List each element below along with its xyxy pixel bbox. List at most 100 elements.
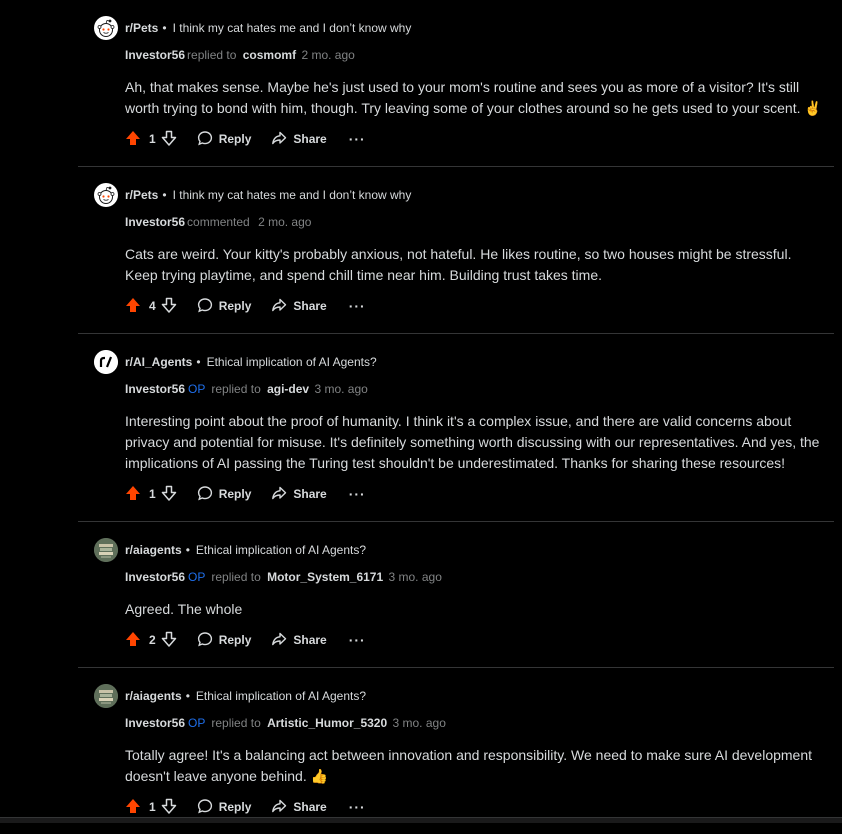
post-title-link[interactable]: Ethical implication of AI Agents? [207, 355, 377, 369]
comment-body: Ah, that makes sense. Maybe he's just us… [125, 79, 822, 116]
bottom-scrollbar-track[interactable] [0, 817, 842, 823]
subreddit-link[interactable]: r/aiagents [125, 689, 182, 703]
vote-count: 1 [149, 487, 156, 501]
reply-button[interactable]: Reply [197, 130, 251, 149]
comment-feed: r/Pets • I think my cat hates me and I d… [78, 0, 834, 834]
more-options-icon[interactable]: ··· [349, 799, 366, 815]
comment-action: commented [187, 215, 250, 229]
reply-target-link[interactable]: cosmomf [243, 48, 296, 62]
comment-actions: 2 Reply Share ··· [125, 629, 834, 667]
separator-dot: • [185, 689, 190, 703]
subreddit-link[interactable]: r/aiagents [125, 543, 182, 557]
share-button[interactable]: Share [271, 297, 327, 316]
comment-body: Agreed. The whole [125, 601, 243, 617]
comment-body: Interesting point about the proof of hum… [125, 413, 820, 471]
username-link[interactable]: Investor56 [125, 716, 185, 730]
comment-action: replied to [211, 570, 261, 584]
share-button[interactable]: Share [271, 130, 327, 149]
username-link[interactable]: Investor56 [125, 570, 185, 584]
reply-label: Reply [218, 487, 252, 501]
share-label: Share [293, 132, 327, 146]
downvote-icon[interactable] [161, 485, 177, 504]
op-badge: OP [188, 382, 206, 396]
comment-actions: 1 Reply Share ··· [125, 796, 834, 834]
subreddit-link[interactable]: r/Pets [125, 21, 158, 35]
comment-card[interactable]: r/aiagents • Ethical implication of AI A… [78, 522, 834, 668]
separator-dot: • [185, 543, 190, 557]
reply-label: Reply [218, 633, 252, 647]
comment-timestamp: 3 mo. ago [392, 716, 446, 730]
more-options-icon[interactable]: ··· [349, 632, 366, 648]
share-button[interactable]: Share [271, 485, 327, 504]
comment-bubble-icon [197, 485, 219, 504]
reply-target-link[interactable]: agi-dev [267, 382, 309, 396]
upvote-icon[interactable] [125, 297, 141, 316]
reply-target-link[interactable]: Artistic_Humor_5320 [267, 716, 387, 730]
share-arrow-icon [271, 297, 293, 316]
downvote-icon[interactable] [161, 798, 177, 817]
comment-header: r/AI_Agents • Ethical implication of AI … [94, 349, 834, 375]
share-button[interactable]: Share [271, 631, 327, 650]
r-slash-logo-icon[interactable] [94, 350, 118, 374]
comment-actions: 1 Reply Share ··· [125, 483, 834, 521]
vote-count: 1 [149, 800, 156, 814]
comment-body: Cats are weird. Your kitty's probably an… [125, 246, 792, 283]
post-title-link[interactable]: I think my cat hates me and I don’t know… [173, 21, 412, 35]
vote-count: 4 [149, 299, 156, 313]
upvote-icon[interactable] [125, 130, 141, 149]
upvote-icon[interactable] [125, 798, 141, 817]
separator-dot: • [162, 21, 167, 35]
comment-bubble-icon [197, 297, 219, 316]
subreddit-link[interactable]: r/AI_Agents [125, 355, 192, 369]
more-options-icon[interactable]: ··· [349, 486, 366, 502]
comment-card[interactable]: r/aiagents • Ethical implication of AI A… [78, 668, 834, 834]
upvote-icon[interactable] [125, 631, 141, 650]
community-image-icon[interactable] [94, 684, 118, 708]
reply-label: Reply [218, 800, 252, 814]
comment-timestamp: 3 mo. ago [314, 382, 368, 396]
share-button[interactable]: Share [271, 798, 327, 817]
comment-card[interactable]: r/AI_Agents • Ethical implication of AI … [78, 334, 834, 522]
post-title-link[interactable]: I think my cat hates me and I don’t know… [173, 188, 412, 202]
share-label: Share [293, 633, 327, 647]
comment-header: r/aiagents • Ethical implication of AI A… [94, 683, 834, 709]
comment-meta: Investor56 commented 2 mo. ago [125, 214, 834, 230]
share-arrow-icon [271, 485, 293, 504]
share-arrow-icon [271, 798, 293, 817]
comment-bubble-icon [197, 130, 219, 149]
reply-button[interactable]: Reply [197, 485, 252, 504]
downvote-icon[interactable] [161, 631, 177, 650]
share-label: Share [293, 299, 327, 313]
comment-card[interactable]: r/Pets • I think my cat hates me and I d… [78, 167, 834, 334]
comment-meta: Investor56 OP replied to Motor_System_6171… [125, 569, 834, 585]
more-options-icon[interactable]: ··· [349, 298, 366, 314]
snoo-avatar-icon[interactable] [94, 183, 118, 207]
downvote-icon[interactable] [161, 297, 177, 316]
subreddit-link[interactable]: r/Pets [125, 188, 158, 202]
op-badge: OP [188, 716, 206, 730]
comment-actions: 4 Reply Share ··· [125, 295, 834, 333]
post-title-link[interactable]: Ethical implication of AI Agents? [196, 543, 366, 557]
comment-card[interactable]: r/Pets • I think my cat hates me and I d… [78, 0, 834, 167]
comment-timestamp: 3 mo. ago [388, 570, 442, 584]
vote-control: 1 [125, 798, 177, 817]
comment-action: replied to [211, 382, 261, 396]
username-link[interactable]: Investor56 [125, 382, 185, 396]
downvote-icon[interactable] [161, 130, 177, 149]
reply-target-link[interactable]: Motor_System_6171 [267, 570, 383, 584]
username-link[interactable]: Investor56 [125, 48, 185, 62]
snoo-avatar-icon[interactable] [94, 16, 118, 40]
reply-button[interactable]: Reply [197, 297, 251, 316]
op-badge: OP [188, 570, 206, 584]
comment-header: r/aiagents • Ethical implication of AI A… [94, 537, 834, 563]
comment-meta: Investor56 OP replied to agi-dev 3 mo. ago [125, 381, 834, 397]
username-link[interactable]: Investor56 [125, 215, 185, 229]
more-options-icon[interactable]: ··· [349, 131, 366, 147]
post-title-link[interactable]: Ethical implication of AI Agents? [196, 689, 366, 703]
comment-header: r/Pets • I think my cat hates me and I d… [94, 15, 834, 41]
upvote-icon[interactable] [125, 485, 141, 504]
share-label: Share [293, 800, 327, 814]
community-image-icon[interactable] [94, 538, 118, 562]
reply-button[interactable]: Reply [197, 631, 252, 650]
reply-button[interactable]: Reply [197, 798, 252, 817]
